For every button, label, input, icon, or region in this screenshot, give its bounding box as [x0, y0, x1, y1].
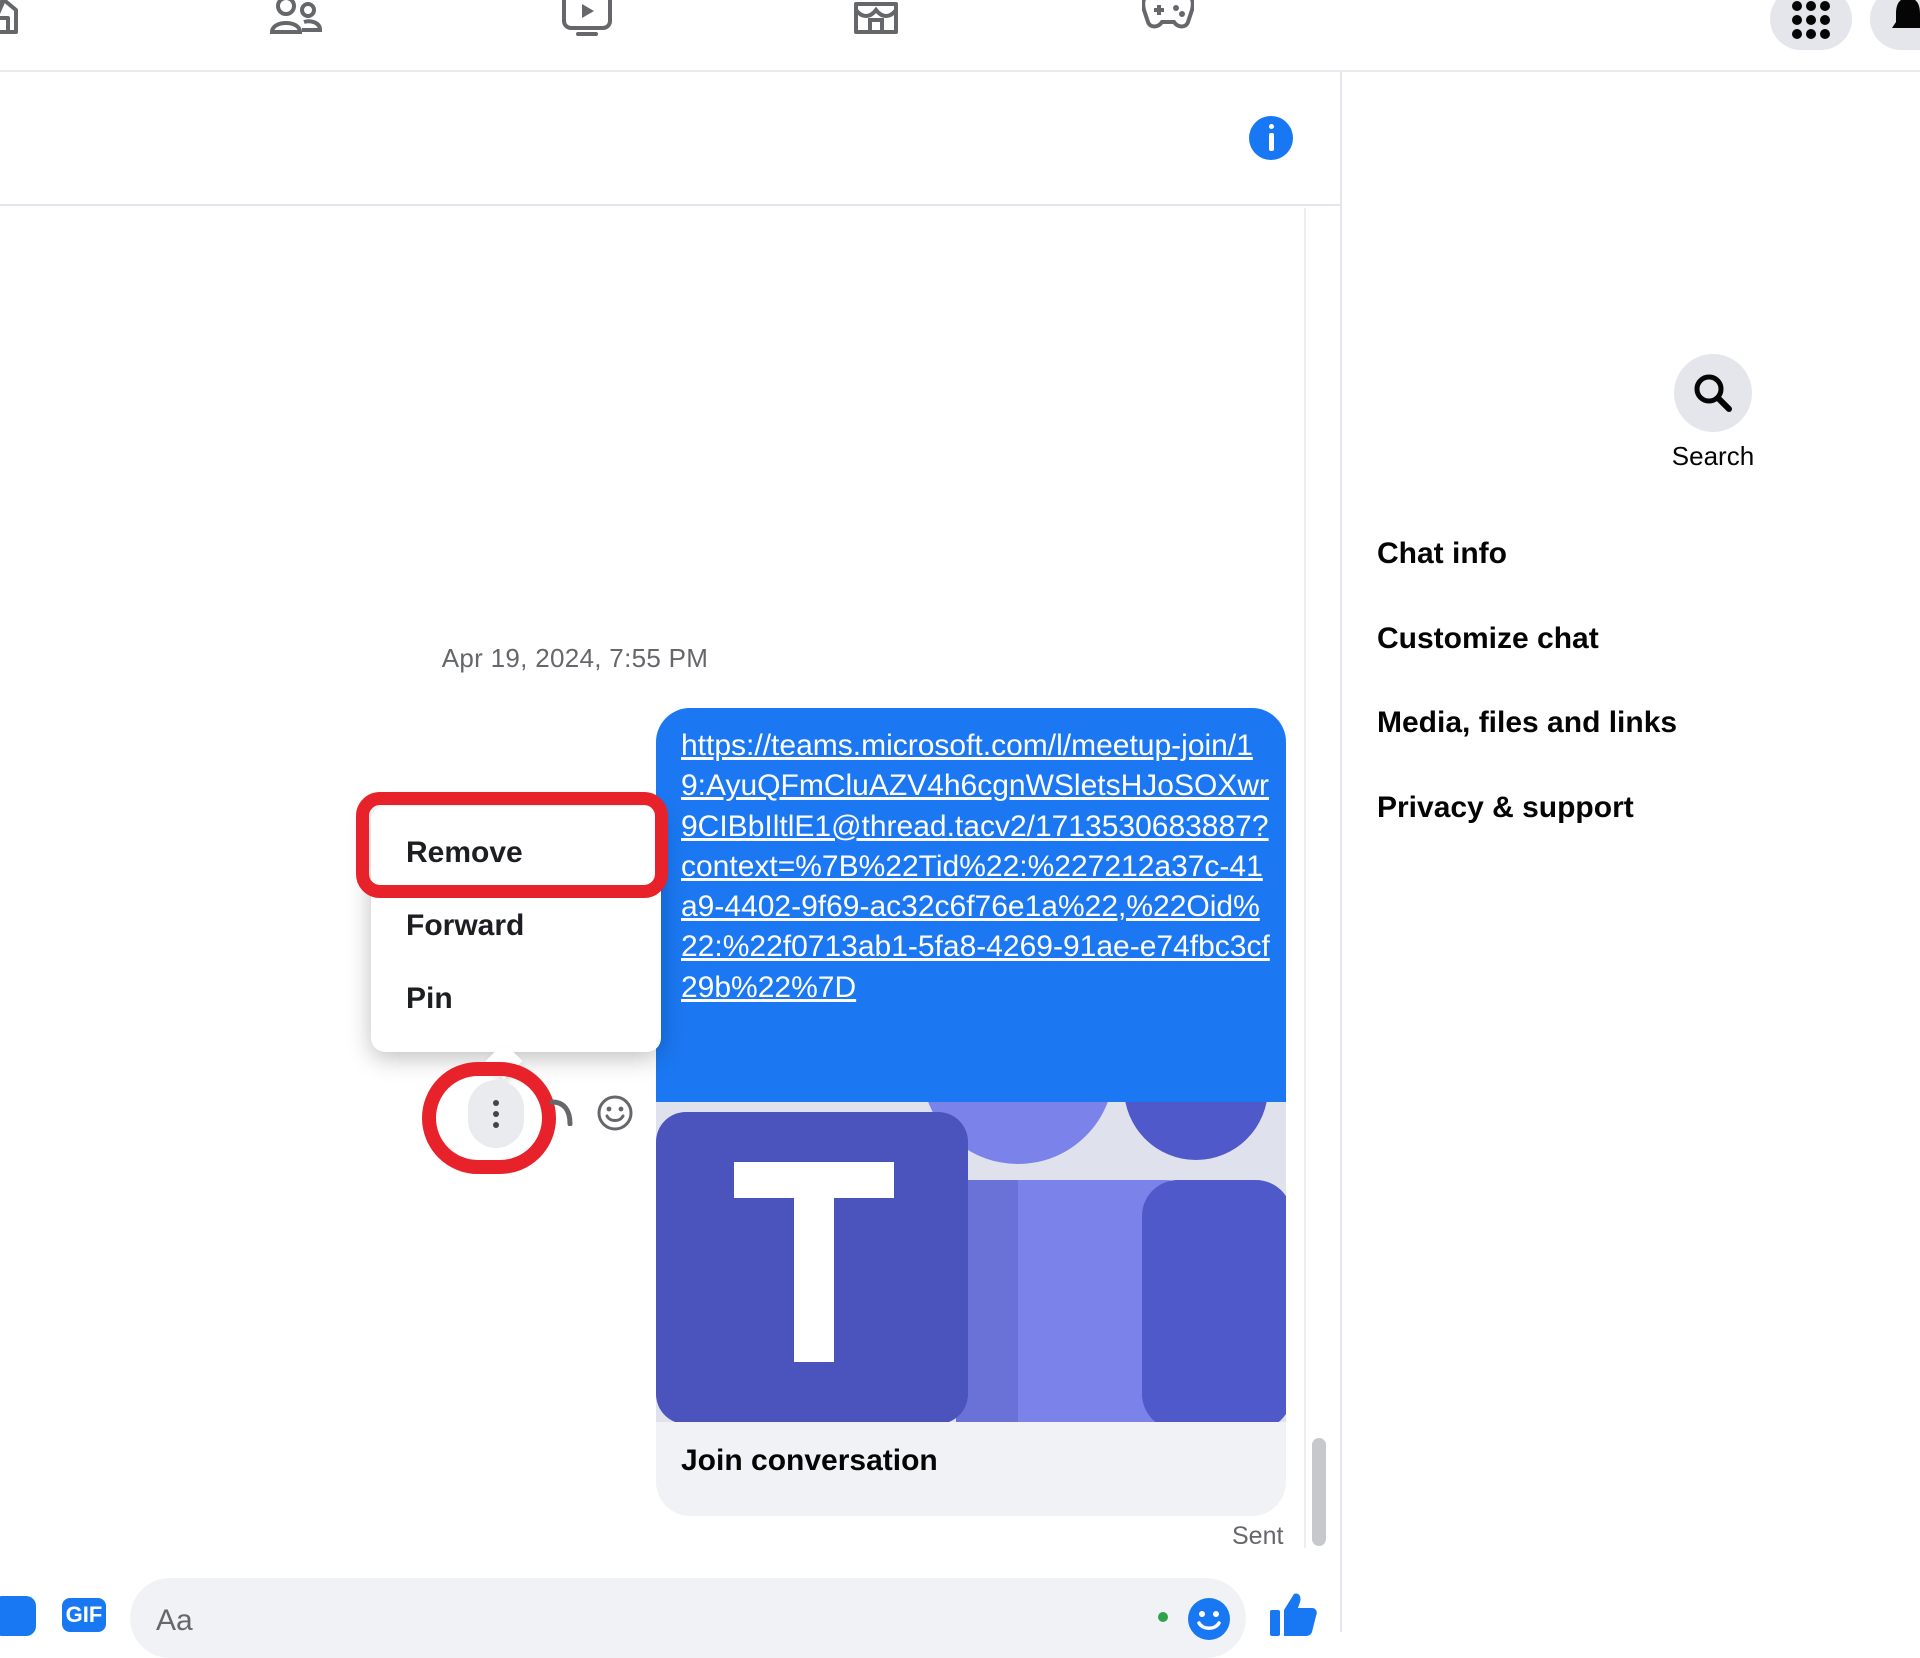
search-icon [1694, 374, 1732, 412]
menu-grid-button[interactable] [1770, 0, 1852, 50]
link-preview-image[interactable] [656, 1102, 1286, 1422]
microsoft-teams-logo [656, 1102, 1286, 1422]
menu-item-forward[interactable]: Forward [406, 909, 524, 943]
search-button[interactable] [1674, 354, 1752, 432]
marketplace-icon[interactable] [852, 0, 900, 36]
gaming-icon[interactable] [1142, 0, 1194, 30]
more-options-highlight-annotation [422, 1062, 556, 1174]
remove-highlight-annotation [356, 792, 668, 898]
info-icon[interactable] [1249, 116, 1293, 160]
video-icon[interactable] [562, 0, 614, 38]
sticker-icon[interactable] [0, 1596, 36, 1636]
menu-item-pin[interactable]: Pin [406, 982, 453, 1016]
message-bubble[interactable]: https://teams.microsoft.com/l/meetup-joi… [656, 708, 1286, 1516]
panel-item-chat-info[interactable]: Chat info [1377, 537, 1507, 571]
chat-header [0, 70, 1340, 206]
notifications-icon [1892, 0, 1920, 28]
message-timestamp: Apr 19, 2024, 7:55 PM [441, 643, 709, 673]
message-input-placeholder: Aa [156, 1604, 193, 1637]
home-icon[interactable] [0, 0, 32, 36]
like-icon[interactable] [1268, 1592, 1318, 1641]
gif-icon[interactable]: GIF [62, 1598, 106, 1632]
emoji-icon[interactable] [1186, 1596, 1232, 1647]
thread-scroll-track [1304, 208, 1306, 1548]
message-link-area: https://teams.microsoft.com/l/meetup-joi… [656, 708, 1286, 1102]
friends-icon[interactable] [270, 0, 324, 34]
panel-divider [1340, 70, 1342, 1632]
meeting-link[interactable]: https://teams.microsoft.com/l/meetup-joi… [681, 726, 1271, 1008]
message-input[interactable] [130, 1578, 1246, 1658]
link-preview-title[interactable]: Join conversation [681, 1444, 938, 1478]
message-status: Sent [1232, 1522, 1284, 1550]
thread-scrollbar[interactable] [1312, 1438, 1326, 1546]
reply-icon[interactable] [548, 1096, 574, 1131]
panel-item-media-files-links[interactable]: Media, files and links [1377, 706, 1677, 740]
emoji-indicator-dot [1158, 1612, 1168, 1622]
notifications-button[interactable] [1870, 0, 1920, 50]
top-navigation-bar [0, 0, 1920, 72]
panel-item-privacy-support[interactable]: Privacy & support [1377, 791, 1634, 825]
react-icon[interactable] [596, 1094, 634, 1137]
search-label: Search [1671, 441, 1755, 471]
menu-grid-icon [1792, 1, 1830, 39]
panel-item-customize-chat[interactable]: Customize chat [1377, 622, 1599, 656]
